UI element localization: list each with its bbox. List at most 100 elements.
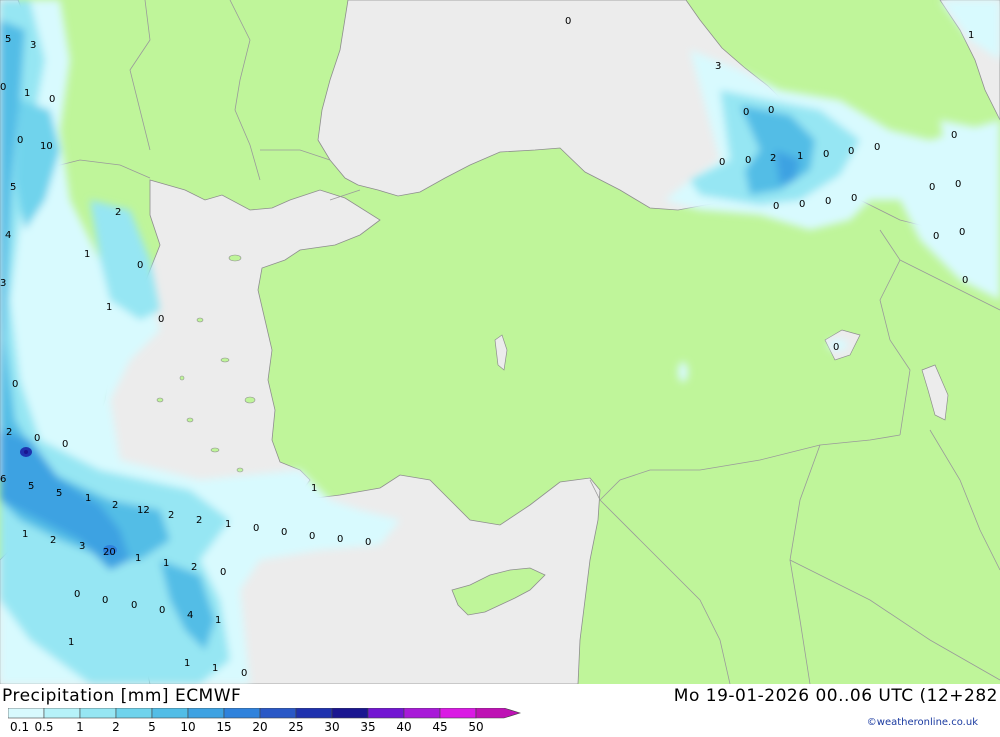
legend-label: 25 (288, 720, 303, 733)
map-value: 0 (0, 82, 6, 93)
map-value: 1 (184, 658, 190, 669)
map-value: 0 (768, 105, 774, 116)
legend-label: 1 (76, 720, 84, 733)
map-value: 1 (22, 529, 28, 540)
map-value: 0 (745, 155, 751, 166)
map-value: 1 (225, 519, 231, 530)
legend-label: 35 (360, 720, 375, 733)
map-value: 0 (131, 600, 137, 611)
map-value: 2 (115, 207, 121, 218)
map-value: 1 (24, 88, 30, 99)
map-value: 5 (10, 182, 16, 193)
legend-label: 50 (468, 720, 483, 733)
map-value: 0 (955, 179, 961, 190)
legend-label: 45 (432, 720, 447, 733)
map-value: 2 (112, 500, 118, 511)
legend-label: 2 (112, 720, 120, 733)
map-value: 0 (565, 16, 571, 27)
map-value: 0 (823, 149, 829, 160)
legend-swatch (367, 707, 405, 719)
map-value: 0 (929, 182, 935, 193)
legend-label: 0.5 (34, 720, 53, 733)
map-value: 0 (12, 379, 18, 390)
map-value: 0 (102, 595, 108, 606)
legend-label: 10 (180, 720, 195, 733)
legend-label: 0.1 (10, 720, 29, 733)
legend-swatch (331, 707, 369, 719)
map-value: 0 (74, 589, 80, 600)
legend-swatch (7, 707, 45, 719)
map-value: 6 (0, 474, 6, 485)
legend-swatch (43, 707, 81, 719)
map-value: 1 (163, 558, 169, 569)
map-value: 1 (68, 637, 74, 648)
map-value: 2 (168, 510, 174, 521)
footer-bar: Precipitation [mm] ECMWF Mo 19-01-2026 0… (0, 684, 1000, 734)
map-value: 0 (137, 260, 143, 271)
map-value: 2 (6, 427, 12, 438)
map-value: 0 (833, 342, 839, 353)
legend-swatch (259, 707, 297, 719)
legend-swatch (187, 707, 225, 719)
map-value: 0 (719, 157, 725, 168)
map-value: 12 (137, 505, 150, 516)
legend-label: 30 (324, 720, 339, 733)
map-value: 3 (715, 61, 721, 72)
map-value: 0 (773, 201, 779, 212)
color-scale-legend: 0.1 0.5 1 2 5 10 15 20 25 30 35 40 45 50 (7, 707, 528, 734)
legend-swatch (79, 707, 117, 719)
map-value: 10 (40, 141, 53, 152)
map-value: 20 (103, 547, 116, 558)
map-value: 4 (5, 230, 11, 241)
map-value: 0 (743, 107, 749, 118)
map-value: 1 (215, 615, 221, 626)
map-value: 2 (770, 153, 776, 164)
map-value: 0 (309, 531, 315, 542)
map-value: 1 (106, 302, 112, 313)
map-value: 0 (62, 439, 68, 450)
map-value: 1 (311, 483, 317, 494)
map-value: 0 (337, 534, 343, 545)
map-value: 2 (191, 562, 197, 573)
map-value: 0 (848, 146, 854, 157)
map-value: 3 (79, 541, 85, 552)
map-value: 0 (17, 135, 23, 146)
legend-swatch (115, 707, 153, 719)
map-value: 0 (959, 227, 965, 238)
precipitation-map: 0 5 3 0 1 0 0 10 5 4 3 0 2 0 0 6 5 5 1 2… (0, 0, 1000, 684)
map-value: 0 (158, 314, 164, 325)
map-value: 5 (5, 34, 11, 45)
legend-label: 5 (148, 720, 156, 733)
legend-swatch (475, 707, 522, 719)
map-value: 1 (968, 30, 974, 41)
map-value: 0 (825, 196, 831, 207)
legend-swatch (403, 707, 441, 719)
copyright-credit: ©weatheronline.co.uk (866, 717, 978, 728)
legend-swatch (223, 707, 261, 719)
legend-swatch (439, 707, 477, 719)
map-value: 0 (951, 130, 957, 141)
map-value: 0 (159, 605, 165, 616)
map-value: 0 (281, 527, 287, 538)
map-value: 1 (212, 663, 218, 674)
map-value: 0 (799, 199, 805, 210)
map-value: 0 (933, 231, 939, 242)
map-value: 0 (49, 94, 55, 105)
map-value: 1 (797, 151, 803, 162)
map-value: 0 (851, 193, 857, 204)
map-value: 1 (85, 493, 91, 504)
forecast-datetime: Mo 19-01-2026 00..06 UTC (12+282 (673, 686, 998, 706)
legend-label: 20 (252, 720, 267, 733)
legend-label: 15 (216, 720, 231, 733)
legend-label: 40 (396, 720, 411, 733)
map-value: 1 (135, 553, 141, 564)
map-value: 1 (84, 249, 90, 260)
map-value: 0 (220, 567, 226, 578)
map-value: 0 (34, 433, 40, 444)
map-value: 0 (253, 523, 259, 534)
legend-swatch (295, 707, 333, 719)
map-value: 0 (962, 275, 968, 286)
map-value: 2 (196, 515, 202, 526)
map-value: 3 (30, 40, 36, 51)
map-title: Precipitation [mm] ECMWF (2, 686, 242, 706)
